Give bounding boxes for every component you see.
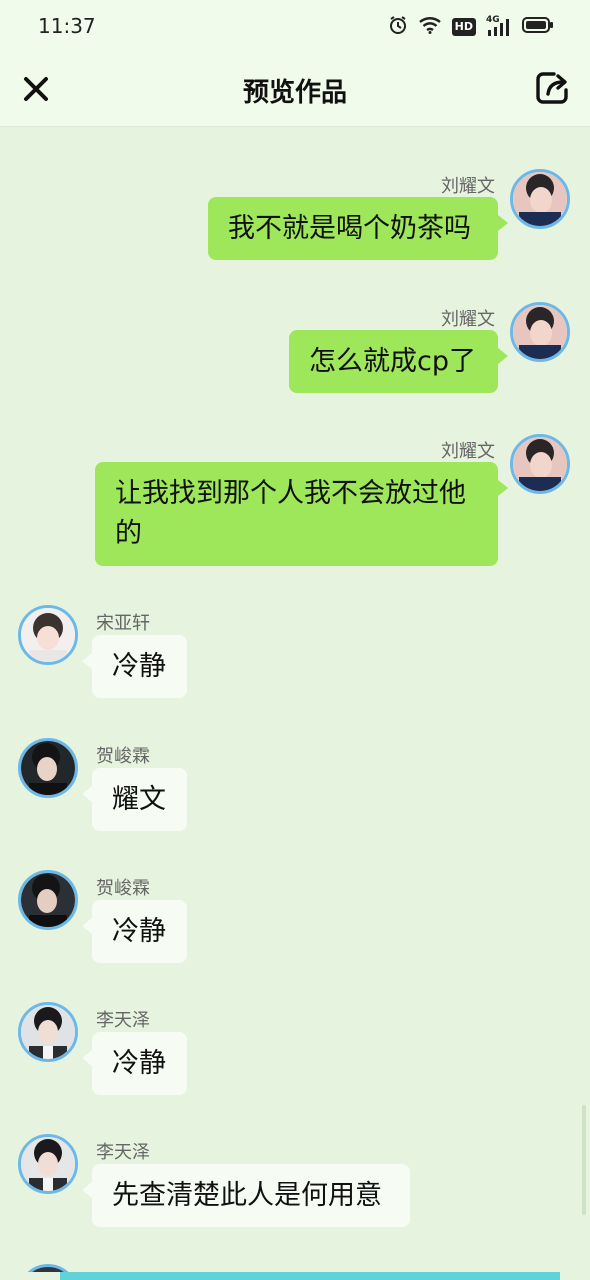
- sender-name: 李天泽: [96, 1142, 150, 1163]
- message-bubble[interactable]: 冷静: [82, 1032, 187, 1095]
- message-bubble[interactable]: 怎么就成cp了: [289, 330, 508, 393]
- message-incoming: 宋亚轩 冷静: [0, 605, 590, 705]
- avatar-liu-yaowen[interactable]: [510, 434, 570, 494]
- message-incoming: 李天泽 冷静: [0, 1002, 590, 1102]
- wifi-icon: [418, 16, 442, 38]
- sender-name: 刘耀文: [441, 309, 495, 330]
- header: 预览作品: [0, 52, 590, 127]
- sender-name: 刘耀文: [441, 441, 495, 462]
- sender-name: 刘耀文: [441, 176, 495, 197]
- avatar-li-tianze[interactable]: [18, 1134, 78, 1194]
- avatar-liu-yaowen[interactable]: [510, 302, 570, 362]
- bottom-bar: [0, 1272, 590, 1280]
- message-bubble[interactable]: 冷静: [82, 635, 187, 698]
- sender-name: 宋亚轩: [96, 613, 150, 634]
- message-outgoing: 刘耀文 怎么就成cp了: [0, 300, 590, 400]
- share-button[interactable]: [534, 69, 572, 107]
- chat-list[interactable]: 刘耀文 我不就是喝个奶茶吗 刘耀文 怎么就成cp了 刘耀文 让我找到那个人我不会…: [0, 127, 590, 1280]
- status-bar: 11:37 HD 4G: [0, 0, 590, 52]
- alarm-icon: [388, 15, 408, 39]
- scrollbar[interactable]: [582, 1105, 586, 1215]
- battery-icon: [522, 16, 554, 38]
- message-bubble[interactable]: 我不就是喝个奶茶吗: [208, 197, 508, 260]
- avatar-liu-yaowen[interactable]: [510, 169, 570, 229]
- avatar-he-junlin[interactable]: [18, 870, 78, 930]
- status-icons: HD 4G: [388, 15, 554, 39]
- message-incoming: 李天泽 先查清楚此人是何用意: [0, 1134, 590, 1234]
- sender-name: 贺峻霖: [96, 746, 150, 767]
- share-icon: [536, 72, 568, 104]
- message-bubble[interactable]: 冷静: [82, 900, 187, 963]
- signal-4g-icon: 4G: [486, 15, 512, 37]
- status-time: 11:37: [38, 14, 96, 38]
- message-outgoing: 刘耀文 我不就是喝个奶茶吗: [0, 167, 590, 267]
- message-bubble[interactable]: 先查清楚此人是何用意: [82, 1164, 410, 1227]
- message-bubble[interactable]: 耀文: [82, 768, 187, 831]
- avatar-song-yaxuan[interactable]: [18, 605, 78, 665]
- page-title: 预览作品: [242, 78, 347, 108]
- sender-name: 贺峻霖: [96, 878, 150, 899]
- message-outgoing: 刘耀文 让我找到那个人我不会放过他的: [0, 432, 590, 572]
- hd-icon: HD: [451, 18, 476, 36]
- message-incoming: 贺峻霖 耀文: [0, 738, 590, 838]
- message-bubble[interactable]: 让我找到那个人我不会放过他的: [95, 462, 508, 566]
- message-incoming: 贺峻霖 冷静: [0, 870, 590, 970]
- avatar-he-junlin[interactable]: [18, 738, 78, 798]
- avatar-li-tianze[interactable]: [18, 1002, 78, 1062]
- sender-name: 李天泽: [96, 1010, 150, 1031]
